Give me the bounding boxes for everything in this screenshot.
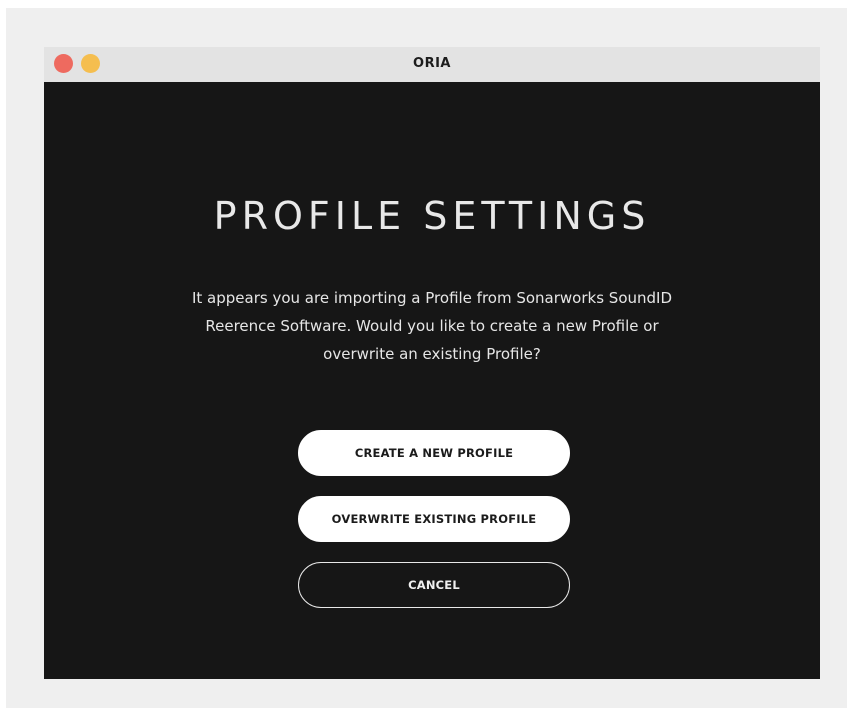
page-title: PROFILE SETTINGS — [213, 194, 651, 238]
message-line-1: It appears you are importing a Profile f… — [191, 289, 673, 307]
message-line-2: Reerence Software. Would you like to cre… — [205, 317, 659, 335]
profile-settings-dialog: PROFILE SETTINGS It appears you are impo… — [44, 82, 820, 679]
create-new-profile-button[interactable]: CREATE A NEW PROFILE — [298, 430, 570, 476]
overwrite-existing-profile-button[interactable]: OVERWRITE EXISTING PROFILE — [298, 496, 570, 542]
app-window: ORIA PROFILE SETTINGS It appears you are… — [44, 47, 820, 679]
import-message: It appears you are importing a Profile f… — [172, 284, 692, 368]
window-title: ORIA — [413, 56, 451, 71]
title-bar: ORIA — [44, 47, 820, 82]
cancel-button[interactable]: CANCEL — [298, 562, 570, 608]
message-line-3: overwrite an existing Profile? — [323, 345, 541, 363]
